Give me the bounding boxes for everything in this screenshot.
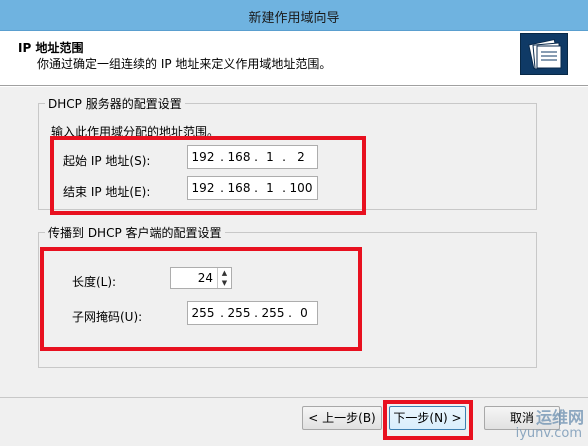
page-title: IP 地址范围 xyxy=(18,41,84,55)
wizard-folder-icon xyxy=(520,33,568,75)
footer-separator xyxy=(0,397,588,398)
back-button[interactable]: < 上一步(B) xyxy=(302,406,382,430)
next-button-highlight xyxy=(383,400,473,440)
wizard-header: IP 地址范围 你通过确定一组连续的 IP 地址来定义作用域地址范围。 xyxy=(0,31,588,86)
window-title: 新建作用域向导 xyxy=(248,11,340,26)
watermark-text: 运维网 xyxy=(535,408,584,427)
watermark-url: iyunv.com xyxy=(515,426,582,441)
ip-range-highlight xyxy=(50,136,366,215)
title-bar: 新建作用域向导 xyxy=(0,0,588,31)
page-subtitle: 你通过确定一组连续的 IP 地址来定义作用域地址范围。 xyxy=(37,57,332,71)
client-settings-highlight xyxy=(40,247,362,351)
server-config-legend: DHCP 服务器的配置设置 xyxy=(45,95,185,112)
site-watermark: 运维网 iyunv.com xyxy=(478,404,588,446)
client-config-legend: 传播到 DHCP 客户端的配置设置 xyxy=(45,224,225,241)
